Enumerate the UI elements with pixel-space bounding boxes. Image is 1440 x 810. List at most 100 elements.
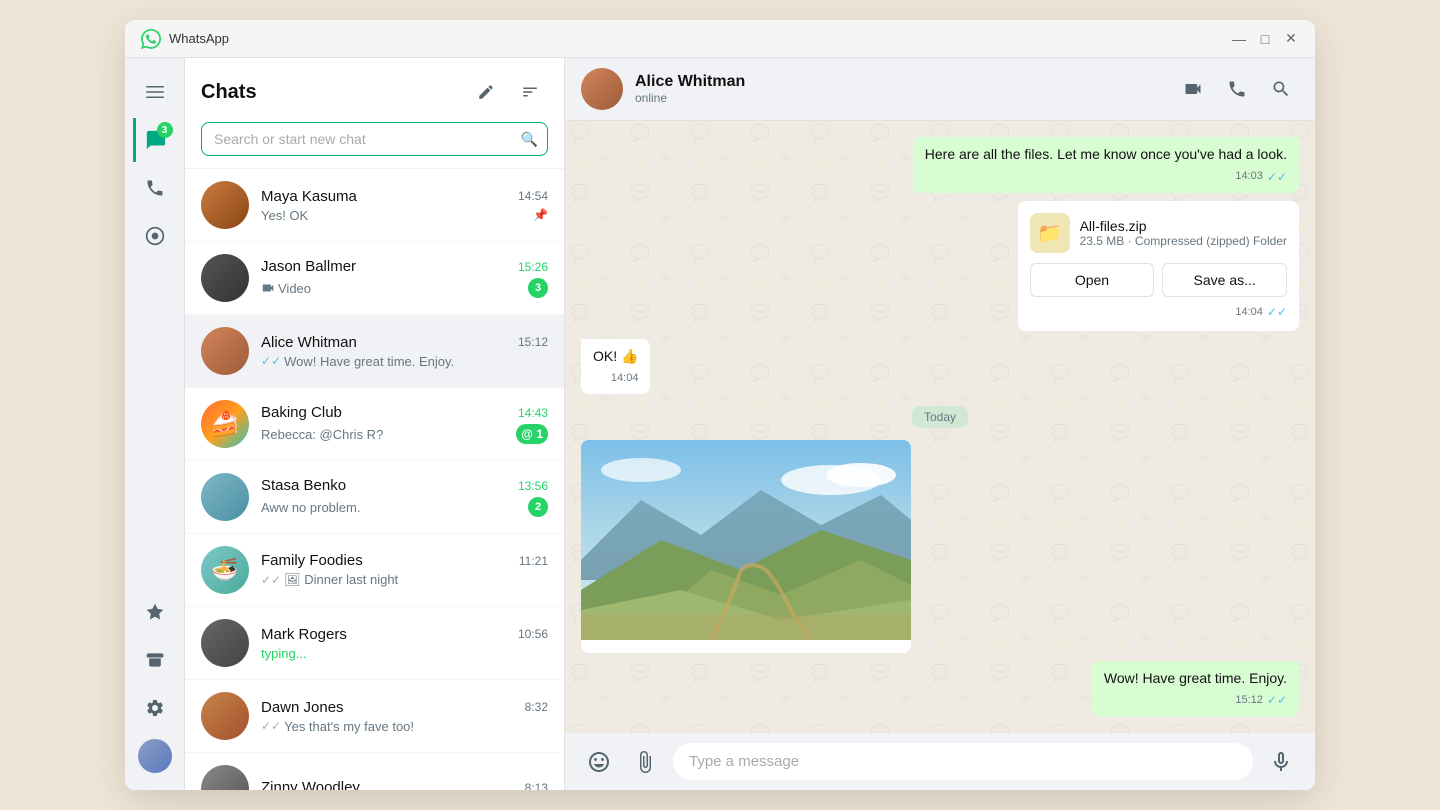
avatar-baking: 🍰 bbox=[201, 400, 249, 448]
chat-name-family: Family Foodies bbox=[261, 552, 363, 569]
titlebar-left: WhatsApp bbox=[141, 29, 229, 49]
sidebar-item-starred[interactable] bbox=[133, 590, 177, 634]
file-save-button[interactable]: Save as... bbox=[1162, 263, 1287, 297]
sidebar-item-archive[interactable] bbox=[133, 638, 177, 682]
video-call-button[interactable] bbox=[1175, 71, 1211, 107]
chat-preview-baking: Rebecca: @Chris R? bbox=[261, 427, 383, 442]
message-1-time: 14:03 bbox=[1235, 169, 1263, 184]
chat-header-left: Alice Whitman online bbox=[581, 68, 745, 110]
sidebar-item-status[interactable] bbox=[133, 214, 177, 258]
sidebar-item-chats[interactable]: 3 bbox=[133, 118, 177, 162]
chat-item-alice[interactable]: Alice Whitman 15:12 ✓✓ Wow! Have great t… bbox=[185, 315, 564, 388]
app-body: 3 bbox=[125, 58, 1315, 790]
new-chat-button[interactable] bbox=[468, 74, 504, 110]
message-1-ticks: ✓✓ bbox=[1267, 169, 1287, 186]
chat-item-baking[interactable]: 🍰 Baking Club 14:43 Rebecca: @Chris R? @… bbox=[185, 388, 564, 461]
chat-preview-alice: ✓✓ Wow! Have great time. Enjoy. bbox=[261, 354, 454, 369]
alice-ticks: ✓✓ bbox=[261, 354, 281, 368]
chat-time-stasa: 13:56 bbox=[518, 479, 548, 493]
maximize-button[interactable]: □ bbox=[1257, 31, 1273, 47]
chat-item-jason[interactable]: Jason Ballmer 15:26 Video 3 bbox=[185, 242, 564, 315]
chat-badge-jason: 3 bbox=[528, 278, 548, 298]
image-container bbox=[581, 440, 911, 640]
chat-item-dawn[interactable]: Dawn Jones 8:32 ✓✓ Yes that's my fave to… bbox=[185, 680, 564, 753]
message-6-text: Wow! Have great time. Enjoy. bbox=[1104, 669, 1287, 689]
message-file: 📁 All-files.zip 23.5 MB · Compressed (zi… bbox=[1018, 201, 1299, 331]
chat-list-header: Chats 🔍 bbox=[185, 58, 564, 169]
sidebar-item-calls[interactable] bbox=[133, 166, 177, 210]
chat-info-alice: Alice Whitman 15:12 ✓✓ Wow! Have great t… bbox=[261, 334, 548, 369]
chat-item-mark[interactable]: Mark Rogers 10:56 typing... bbox=[185, 607, 564, 680]
sidebar-menu-icon[interactable] bbox=[133, 70, 177, 114]
voice-message-button[interactable] bbox=[1263, 744, 1299, 780]
message-input[interactable] bbox=[673, 743, 1253, 780]
search-chat-button[interactable] bbox=[1263, 71, 1299, 107]
message-6-time: 15:12 bbox=[1235, 693, 1263, 708]
chat-name-baking: Baking Club bbox=[261, 404, 342, 421]
file-header: 📁 All-files.zip 23.5 MB · Compressed (zi… bbox=[1030, 213, 1287, 253]
pin-icon-maya: 📌 bbox=[533, 208, 548, 222]
message-6: Wow! Have great time. Enjoy. 15:12 ✓✓ bbox=[1092, 661, 1299, 717]
minimize-button[interactable]: — bbox=[1231, 31, 1247, 47]
message-6-meta: 15:12 ✓✓ bbox=[1104, 692, 1287, 709]
chat-preview-maya: Yes! OK bbox=[261, 208, 308, 223]
family-ticks: ✓✓ bbox=[261, 573, 281, 587]
chat-header: Alice Whitman online bbox=[565, 58, 1315, 121]
file-size: 23.5 MB · Compressed (zipped) Folder bbox=[1080, 234, 1287, 248]
chat-preview-stasa: Aww no problem. bbox=[261, 500, 360, 515]
attach-button[interactable] bbox=[627, 744, 663, 780]
sidebar-item-settings[interactable] bbox=[133, 686, 177, 730]
user-avatar bbox=[138, 739, 172, 773]
chat-info-baking: Baking Club 14:43 Rebecca: @Chris R? @ 1 bbox=[261, 404, 548, 444]
voice-call-button[interactable] bbox=[1219, 71, 1255, 107]
message-1-text: Here are all the files. Let me know once… bbox=[925, 145, 1287, 165]
calls-icon bbox=[145, 178, 165, 198]
contact-avatar[interactable] bbox=[581, 68, 623, 110]
message-image: So beautiful here! 15:06 ❤️ bbox=[581, 440, 911, 652]
file-open-button[interactable]: Open bbox=[1030, 263, 1155, 297]
message-1: Here are all the files. Let me know once… bbox=[913, 137, 1299, 193]
search-input[interactable] bbox=[201, 122, 548, 156]
chat-item-family[interactable]: 🍜 Family Foodies 11:21 ✓✓ 🖼 Dinner last … bbox=[185, 534, 564, 607]
dawn-ticks: ✓✓ bbox=[261, 719, 281, 733]
sidebar-bottom bbox=[133, 590, 177, 778]
avatar-zinny bbox=[201, 765, 249, 790]
contact-name: Alice Whitman bbox=[635, 73, 745, 91]
window-controls: — □ ✕ bbox=[1231, 31, 1299, 47]
close-button[interactable]: ✕ bbox=[1283, 31, 1299, 47]
emoji-button[interactable] bbox=[581, 744, 617, 780]
chat-preview-mark: typing... bbox=[261, 646, 307, 661]
chat-header-actions bbox=[1175, 71, 1299, 107]
chat-name-zinny: Zinny Woodley bbox=[261, 779, 360, 790]
today-divider: Today bbox=[581, 402, 1299, 432]
avatar-maya bbox=[201, 181, 249, 229]
chat-item-stasa[interactable]: Stasa Benko 13:56 Aww no problem. 2 bbox=[185, 461, 564, 534]
chat-name-maya: Maya Kasuma bbox=[261, 188, 357, 205]
chat-item-zinny[interactable]: Zinny Woodley 8:13 bbox=[185, 753, 564, 790]
filter-button[interactable] bbox=[512, 74, 548, 110]
chat-window: 💬 ❤ ⭐ Alice Whitman online bbox=[565, 58, 1315, 790]
chat-preview-family: ✓✓ 🖼 Dinner last night bbox=[261, 572, 398, 588]
chat-info-dawn: Dawn Jones 8:32 ✓✓ Yes that's my fave to… bbox=[261, 699, 548, 734]
contact-info: Alice Whitman online bbox=[635, 73, 745, 105]
file-time: 14:04 bbox=[1235, 306, 1263, 318]
chat-item-maya[interactable]: Maya Kasuma 14:54 Yes! OK 📌 bbox=[185, 169, 564, 242]
chat-time-baking: 14:43 bbox=[518, 406, 548, 420]
chat-info-jason: Jason Ballmer 15:26 Video 3 bbox=[261, 258, 548, 298]
phone-icon bbox=[1227, 79, 1247, 99]
sidebar-profile-avatar[interactable] bbox=[133, 734, 177, 778]
message-3-text: OK! 👍 bbox=[593, 347, 638, 367]
file-details: All-files.zip 23.5 MB · Compressed (zipp… bbox=[1080, 218, 1287, 248]
titlebar: WhatsApp — □ ✕ bbox=[125, 20, 1315, 58]
archive-icon bbox=[145, 650, 165, 670]
status-icon bbox=[145, 226, 165, 246]
image-caption-area: So beautiful here! 15:06 ❤️ bbox=[581, 640, 911, 652]
hamburger-icon bbox=[146, 83, 164, 101]
chat-list-title-row: Chats bbox=[201, 74, 548, 110]
chat-info-stasa: Stasa Benko 13:56 Aww no problem. 2 bbox=[261, 477, 548, 517]
video-icon bbox=[261, 281, 275, 295]
new-chat-icon bbox=[477, 83, 495, 101]
mountain-image bbox=[581, 440, 911, 640]
chat-time-dawn: 8:32 bbox=[525, 700, 548, 714]
chat-time-family: 11:21 bbox=[519, 554, 548, 568]
